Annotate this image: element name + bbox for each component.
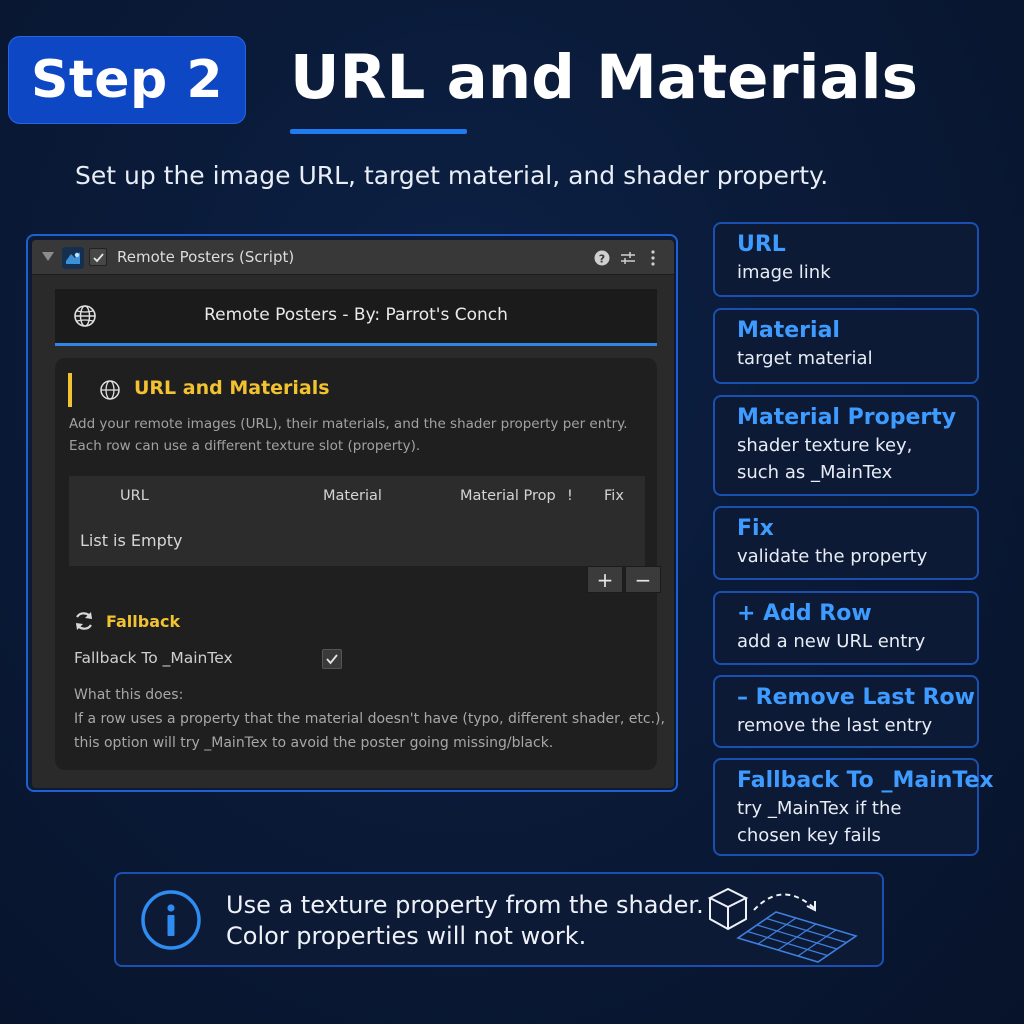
entries-table-header: URL Material Material Prop ! Fix — [69, 476, 645, 517]
banner-title: Remote Posters - By: Parrot's Conch — [204, 305, 508, 325]
entries-table-body: List is Empty — [69, 516, 645, 566]
fallback-help-line2: this option will try _MainTex to avoid t… — [74, 735, 554, 751]
info-card-material-property: Material Property shader texture key, su… — [713, 395, 979, 496]
component-enabled-checkbox[interactable] — [89, 248, 107, 266]
tip-text: Use a texture property from the shader. … — [226, 890, 704, 952]
info-card-desc: shader texture key, — [737, 435, 913, 456]
section-accent-bar — [68, 373, 72, 407]
column-fix: Fix — [604, 488, 624, 504]
texture-grid-icon — [736, 911, 858, 963]
info-card-desc: add a new URL entry — [737, 631, 926, 652]
title-underline — [290, 129, 467, 134]
script-banner: Remote Posters - By: Parrot's Conch — [55, 289, 657, 346]
column-url: URL — [120, 488, 149, 504]
section-description-line1: Add your remote images (URL), their mate… — [69, 416, 628, 432]
globe-icon — [100, 380, 120, 400]
section-description-line2: Each row can use a different texture slo… — [69, 438, 421, 454]
svg-text:?: ? — [599, 253, 605, 266]
component-header[interactable]: Remote Posters (Script) ? — [32, 240, 674, 275]
fallback-title: Fallback — [106, 612, 181, 631]
help-icon[interactable]: ? — [594, 250, 610, 266]
info-icon — [141, 890, 201, 950]
script-icon — [62, 247, 84, 269]
info-card-remove-last-row: – Remove Last Row remove the last entry — [713, 675, 979, 748]
info-card-title: Material — [737, 318, 840, 343]
info-card-fallback: Fallback To _MainTex try _MainTex if the… — [713, 758, 994, 856]
column-material: Material — [323, 488, 382, 504]
info-card-desc: image link — [737, 262, 831, 283]
page-subtitle: Set up the image URL, target material, a… — [75, 161, 829, 190]
column-material-prop: Material Prop — [460, 488, 556, 504]
info-card-desc: chosen key fails — [737, 825, 881, 846]
add-row-button[interactable]: + — [587, 566, 623, 593]
info-card-title: Material Property — [737, 405, 957, 430]
settings-sliders-icon[interactable] — [620, 250, 636, 266]
foldout-arrow-icon[interactable] — [42, 252, 54, 262]
inspector-panel: Remote Posters (Script) ? Remote Posters… — [32, 240, 674, 788]
step-badge: Step 2 — [8, 36, 246, 124]
fallback-toggle-label: Fallback To _MainTex — [74, 649, 233, 667]
column-warning: ! — [567, 488, 573, 504]
fallback-help-line1: If a row uses a property that the materi… — [74, 711, 665, 727]
tip-box: Use a texture property from the shader. … — [114, 872, 884, 967]
section-title: URL and Materials — [134, 377, 330, 399]
info-card-fix: Fix validate the property — [713, 506, 979, 580]
empty-list-text: List is Empty — [80, 531, 183, 550]
url-materials-section: URL and Materials Add your remote images… — [55, 358, 665, 770]
tip-line1: Use a texture property from the shader. — [226, 891, 704, 919]
fallback-toggle-checkbox[interactable] — [322, 649, 342, 669]
info-card-desc: such as _MainTex — [737, 462, 893, 483]
info-card-title: + Add Row — [737, 601, 872, 626]
info-card-add-row: + Add Row add a new URL entry — [713, 591, 979, 665]
more-vertical-icon[interactable] — [649, 249, 657, 267]
info-card-title: URL — [737, 232, 786, 257]
refresh-icon — [76, 612, 92, 630]
info-card-title: Fix — [737, 516, 774, 541]
info-card-desc: remove the last entry — [737, 715, 933, 736]
info-card-url: URL image link — [713, 222, 979, 297]
info-card-desc: try _MainTex if the — [737, 798, 902, 819]
remove-row-button[interactable]: − — [625, 566, 661, 593]
info-card-title: Fallback To _MainTex — [737, 768, 994, 793]
tip-line2: Color properties will not work. — [226, 922, 587, 950]
fallback-help-title: What this does: — [74, 687, 184, 703]
info-card-material: Material target material — [713, 308, 979, 384]
info-card-desc: validate the property — [737, 546, 928, 567]
checkmark-icon — [93, 253, 104, 263]
component-title: Remote Posters (Script) — [117, 248, 295, 266]
checkmark-icon — [326, 654, 338, 665]
info-card-title: – Remove Last Row — [737, 685, 975, 710]
page-title: URL and Materials — [290, 42, 918, 113]
info-card-desc: target material — [737, 348, 873, 369]
